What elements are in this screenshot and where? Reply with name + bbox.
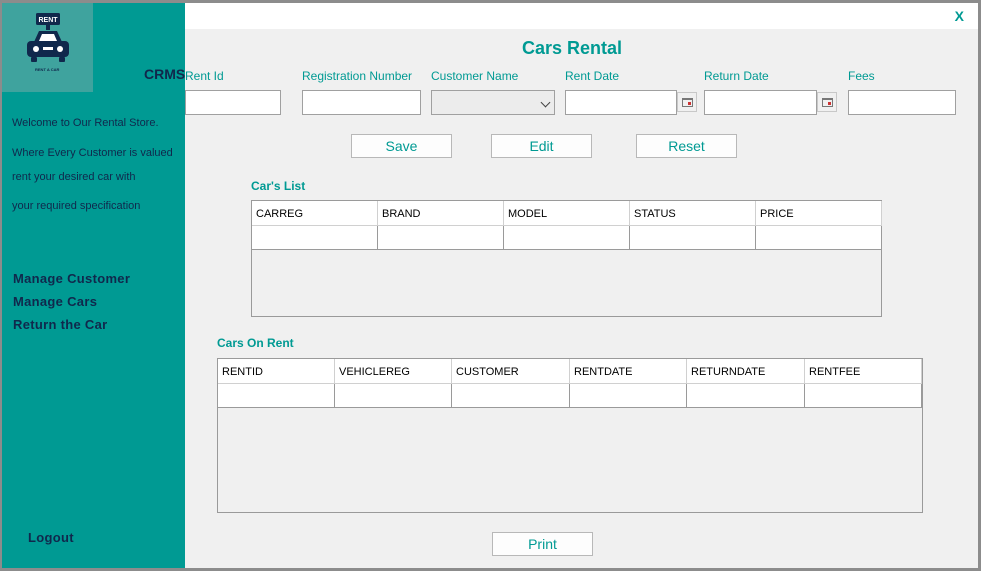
edit-button[interactable]: Edit: [491, 134, 592, 158]
nav-return-car[interactable]: Return the Car: [13, 317, 108, 332]
calendar-icon: [822, 98, 833, 107]
table-cell[interactable]: [452, 384, 570, 408]
rent-id-label: Rent Id: [185, 69, 224, 83]
nav-manage-customer[interactable]: Manage Customer: [13, 271, 130, 286]
save-button[interactable]: Save: [351, 134, 452, 158]
table-cell[interactable]: [378, 226, 504, 250]
logo-caption: RENT A CAR: [35, 67, 60, 72]
sidebar: RENT RENT A CAR CRMS Welcome to Our Rent…: [2, 3, 185, 568]
cars-on-rent-table[interactable]: RENTID VEHICLEREG CUSTOMER RENTDATE RETU…: [217, 358, 923, 513]
logo-top-text: RENT: [38, 17, 58, 24]
return-date-calendar-button[interactable]: [817, 92, 837, 112]
welcome-line: Where Every Customer is valued: [12, 147, 173, 159]
table-cell[interactable]: [805, 384, 922, 408]
title-bar: X: [185, 3, 978, 29]
column-header[interactable]: CUSTOMER: [452, 359, 570, 384]
return-date-input[interactable]: [704, 90, 817, 115]
cars-on-rent-title: Cars On Rent: [217, 336, 294, 350]
close-button[interactable]: X: [955, 8, 964, 24]
registration-number-label: Registration Number: [302, 69, 413, 83]
return-date-label: Return Date: [704, 69, 769, 83]
rent-date-label: Rent Date: [565, 69, 620, 83]
table-cell[interactable]: [504, 226, 630, 250]
calendar-icon: [682, 98, 693, 107]
cars-list-title: Car's List: [251, 179, 306, 193]
fees-input[interactable]: [848, 90, 956, 115]
reset-button[interactable]: Reset: [636, 134, 737, 158]
rent-id-input[interactable]: [185, 90, 281, 115]
column-header[interactable]: RETURNDATE: [687, 359, 805, 384]
column-header[interactable]: BRAND: [378, 201, 504, 226]
table-cell[interactable]: [218, 384, 335, 408]
column-header[interactable]: RENTFEE: [805, 359, 922, 384]
page-title: Cars Rental: [522, 38, 623, 58]
logout-button[interactable]: Logout: [28, 530, 74, 545]
column-header[interactable]: RENTID: [218, 359, 335, 384]
column-header[interactable]: CARREG: [252, 201, 378, 226]
cars-list-table[interactable]: CARREG BRAND MODEL STATUS PRICE: [251, 200, 882, 317]
customer-name-label: Customer Name: [431, 69, 519, 83]
table-cell[interactable]: [335, 384, 452, 408]
registration-number-input[interactable]: [302, 90, 421, 115]
chevron-down-icon: [540, 97, 551, 108]
welcome-line: rent your desired car with: [12, 171, 136, 183]
column-header[interactable]: RENTDATE: [570, 359, 687, 384]
customer-name-select[interactable]: [431, 90, 555, 115]
column-header[interactable]: STATUS: [630, 201, 756, 226]
nav-manage-cars[interactable]: Manage Cars: [13, 294, 97, 309]
column-header[interactable]: VEHICLEREG: [335, 359, 452, 384]
table-cell[interactable]: [756, 226, 882, 250]
brand-label: CRMS: [144, 66, 186, 82]
logo: RENT RENT A CAR: [2, 3, 93, 92]
table-cell[interactable]: [570, 384, 687, 408]
table-cell[interactable]: [252, 226, 378, 250]
welcome-line: your required specification: [12, 200, 141, 212]
app-window: X RENT RENT A CAR CRMS Welcome to Our Re…: [2, 3, 978, 568]
column-header[interactable]: PRICE: [756, 201, 882, 226]
fees-label: Fees: [848, 69, 875, 83]
print-button[interactable]: Print: [492, 532, 593, 556]
column-header[interactable]: MODEL: [504, 201, 630, 226]
table-cell[interactable]: [687, 384, 805, 408]
table-cell[interactable]: [630, 226, 756, 250]
rent-date-calendar-button[interactable]: [677, 92, 697, 112]
welcome-line: Welcome to Our Rental Store.: [12, 117, 159, 129]
rent-date-input[interactable]: [565, 90, 677, 115]
